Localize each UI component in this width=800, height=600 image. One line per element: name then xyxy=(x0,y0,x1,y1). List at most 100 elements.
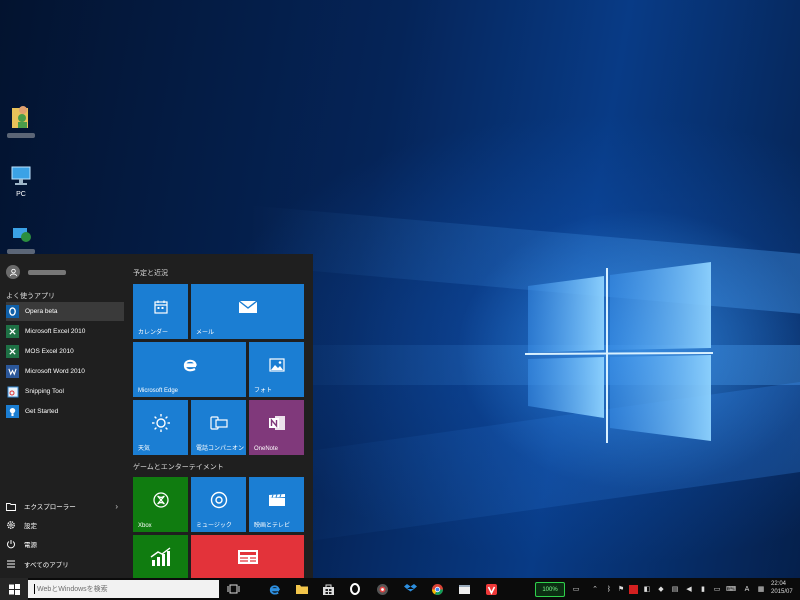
tile-money[interactable] xyxy=(133,535,188,578)
tile-microsoft-edge[interactable]: Microsoft Edge xyxy=(133,342,246,397)
taskbar-edge[interactable] xyxy=(266,581,282,597)
vivaldi-icon xyxy=(485,583,497,595)
most-used-header: よく使うアプリ xyxy=(6,293,55,300)
app-item-word-2010[interactable]: Microsoft Word 2010 xyxy=(6,362,124,381)
clock-time: 22:04 xyxy=(771,581,787,587)
tray-flag-icon[interactable]: ⚑ xyxy=(616,583,626,595)
task-view-icon xyxy=(227,584,239,594)
taskbar-file-explorer[interactable] xyxy=(294,581,310,597)
battery-status[interactable]: 100% xyxy=(535,582,565,597)
task-view-button[interactable] xyxy=(225,581,241,597)
tile-groove-music[interactable]: ミュージック xyxy=(191,477,246,532)
tile-label: カレンダー xyxy=(138,330,169,336)
tray-ime-indicator[interactable]: A xyxy=(742,583,752,595)
taskbar-vivaldi[interactable] xyxy=(483,581,499,597)
taskbar-dropbox[interactable] xyxy=(402,581,418,597)
taskbar-store[interactable] xyxy=(320,581,336,597)
tray-window-icon[interactable]: ▭ xyxy=(571,583,581,595)
tile-label: ミュージック xyxy=(196,523,232,529)
start-button[interactable] xyxy=(0,578,28,600)
clapperboard-icon xyxy=(268,493,285,506)
mail-icon xyxy=(238,299,257,313)
app-item-label: Microsoft Word 2010 xyxy=(25,368,85,375)
taskbar-opera[interactable] xyxy=(347,581,363,597)
start-menu-left-pane: よく使うアプリ Opera beta Microsoft Excel 2010 … xyxy=(0,254,126,578)
app-item-mos-excel-2010[interactable]: MOS Excel 2010 xyxy=(6,342,124,361)
calendar-icon xyxy=(153,300,168,314)
lightbulb-icon xyxy=(6,405,19,418)
tray-speech-icon[interactable]: ▭ xyxy=(712,583,722,595)
tile-mail[interactable]: メール xyxy=(191,284,304,339)
tile-xbox[interactable]: Xbox xyxy=(133,477,188,532)
search-input[interactable]: WebとWindowsを検索 xyxy=(28,580,219,598)
chart-growth-icon xyxy=(150,546,170,566)
desktop-icon-label: PC xyxy=(16,191,26,198)
tray-ime-icon[interactable]: ▦ xyxy=(756,583,766,595)
chevron-right-icon: › xyxy=(115,501,118,511)
user-account[interactable] xyxy=(6,263,66,281)
tray-battery-icon[interactable]: ▮ xyxy=(698,583,708,595)
tile-photos[interactable]: フォト xyxy=(249,342,304,397)
tray-app-icon[interactable]: ◧ xyxy=(642,583,652,595)
app-item-label: Snipping Tool xyxy=(25,388,64,395)
settings-link[interactable]: 設定 xyxy=(6,516,124,534)
app-item-label: Get Started xyxy=(25,408,59,415)
group-header-schedule: 予定と近況 xyxy=(133,270,168,277)
tile-label: OneNote xyxy=(254,446,279,452)
taskbar-clock[interactable]: 22:04 2015/07 xyxy=(771,580,800,596)
tray-dropbox-icon[interactable]: ◆ xyxy=(656,583,666,595)
dropbox-icon xyxy=(403,584,417,594)
tile-label: 映画とテレビ xyxy=(254,523,291,529)
all-apps-link[interactable]: すべてのアプリ xyxy=(6,555,124,573)
news-icon xyxy=(237,549,258,564)
power-icon xyxy=(7,540,15,549)
store-icon xyxy=(322,584,334,595)
desktop-icon-user-folder[interactable] xyxy=(6,104,36,138)
app-item-get-started[interactable]: Get Started xyxy=(6,402,124,421)
tray-chevron-up-icon[interactable]: ⌃ xyxy=(590,583,600,595)
app-item-excel-2010[interactable]: Microsoft Excel 2010 xyxy=(6,322,124,341)
tile-label: Microsoft Edge xyxy=(138,388,179,394)
taskbar-chrome-like[interactable] xyxy=(374,581,390,597)
app-item-label: MOS Excel 2010 xyxy=(25,348,74,355)
xbox-icon xyxy=(152,491,169,508)
app-icon xyxy=(376,583,388,595)
tile-calendar[interactable]: カレンダー xyxy=(133,284,188,339)
tile-label: メール xyxy=(196,330,215,336)
opera-icon xyxy=(350,583,360,595)
app-item-opera-beta[interactable]: Opera beta xyxy=(6,302,124,321)
windows-logo xyxy=(525,262,714,443)
all-apps-label: すべてのアプリ xyxy=(24,562,69,569)
monitor-icon xyxy=(11,166,31,185)
user-name xyxy=(28,269,66,275)
tray-volume-icon[interactable]: ◀ xyxy=(684,583,694,595)
power-label: 電源 xyxy=(24,542,37,549)
network-icon xyxy=(13,228,31,242)
desktop-icon-pc[interactable]: PC xyxy=(6,164,36,198)
app-item-snipping-tool[interactable]: Snipping Tool xyxy=(6,382,124,401)
excel-icon xyxy=(6,325,19,338)
tray-keyboard-icon[interactable]: ⌨ xyxy=(726,583,736,595)
opera-icon xyxy=(6,305,19,318)
taskbar-window-app[interactable] xyxy=(456,581,472,597)
tray-bluetooth-icon[interactable]: ᛒ xyxy=(604,583,614,595)
tile-movies-tv[interactable]: 映画とテレビ xyxy=(249,477,304,532)
tile-phone-companion[interactable]: 電話コンパニオン xyxy=(191,400,246,455)
power-button[interactable]: 電源 xyxy=(6,535,124,553)
app-item-label: Microsoft Excel 2010 xyxy=(25,328,86,335)
tile-news[interactable] xyxy=(191,535,304,578)
explorer-link[interactable]: エクスプローラー › xyxy=(6,497,124,515)
tray-acrobat-icon[interactable] xyxy=(628,583,638,595)
tile-weather[interactable]: 天気 xyxy=(133,400,188,455)
tile-onenote[interactable]: OneNote xyxy=(249,400,304,455)
settings-label: 設定 xyxy=(24,523,37,530)
window-icon xyxy=(458,584,470,594)
mos-excel-icon xyxy=(6,345,19,358)
tray-network-icon[interactable]: ▤ xyxy=(670,583,680,595)
tile-label: Xbox xyxy=(138,523,152,529)
taskbar-chrome[interactable] xyxy=(429,581,445,597)
desktop-icon-network[interactable] xyxy=(6,222,36,254)
onenote-icon xyxy=(268,415,285,430)
edge-icon xyxy=(269,584,280,594)
list-icon xyxy=(7,560,15,568)
